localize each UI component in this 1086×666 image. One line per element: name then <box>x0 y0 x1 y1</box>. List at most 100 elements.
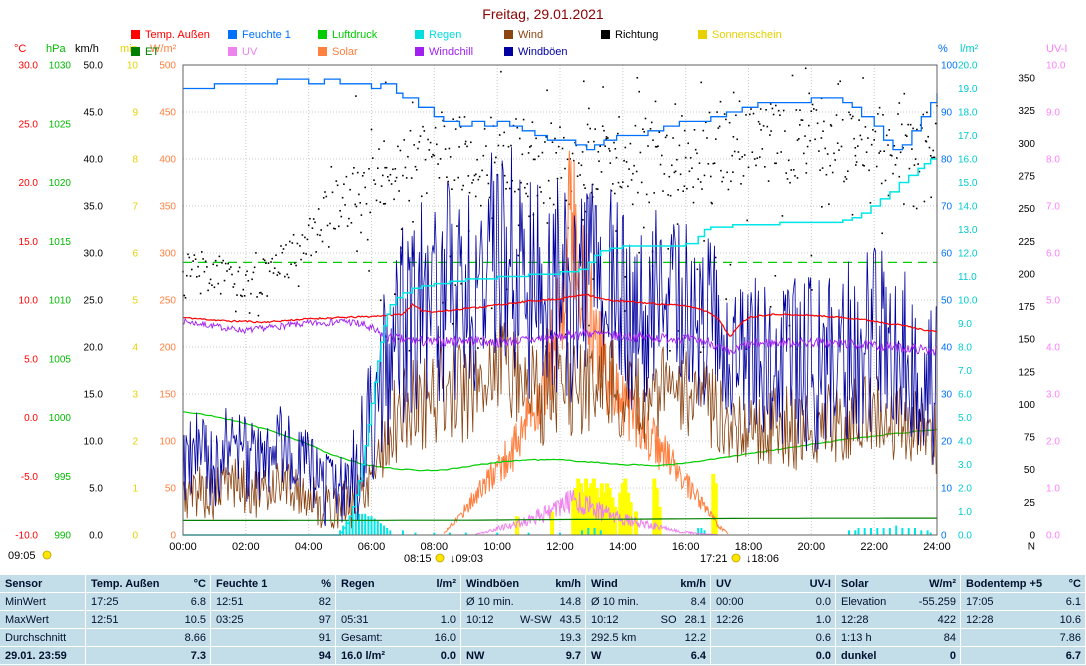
legend-item-richtung: Richtung <box>601 29 658 41</box>
legend-item-temp-au-en: Temp. Außen <box>131 29 210 41</box>
series-wind <box>183 313 936 528</box>
svg-text:10.0: 10.0 <box>1046 61 1066 72</box>
table-cell-feuchte-1-29-01-23-59: 94 <box>211 647 336 665</box>
table-header-temp-au-en: Temp. Außen°C <box>86 575 211 593</box>
svg-text:1005: 1005 <box>49 354 72 365</box>
legend-swatch-uv <box>228 47 237 56</box>
svg-text:0.0: 0.0 <box>958 531 972 542</box>
svg-text:7: 7 <box>132 202 138 213</box>
svg-text:20.0: 20.0 <box>958 61 978 72</box>
table-cell-bodentemp-5-maxwert: 12:2810.6 <box>961 611 1086 629</box>
sun-icon <box>436 554 444 562</box>
svg-text:10.0: 10.0 <box>958 296 978 307</box>
svg-text:15.0: 15.0 <box>84 390 104 401</box>
legend-swatch-sonnenschein <box>698 30 707 39</box>
table-cell-feuchte-1-maxwert: 03:2597 <box>211 611 336 629</box>
svg-text:7.0: 7.0 <box>958 366 972 377</box>
sun-time: 08:15 <box>404 553 432 565</box>
svg-text:25: 25 <box>1024 498 1036 509</box>
svg-text:150: 150 <box>159 390 176 401</box>
svg-text:995: 995 <box>54 472 71 483</box>
weather-plot: 30.025.020.015.010.05.00.0-5.0-10.0°C103… <box>0 0 1086 574</box>
table-cell-windb-en-29-01-23-59: NW9.7 <box>461 647 586 665</box>
table-cell-regen-minwert <box>336 593 461 611</box>
legend-item-feuchte-1: Feuchte 1 <box>228 29 291 41</box>
sun-time: ↓09:03 <box>450 553 483 565</box>
table-cell-feuchte-1-minwert: 12:5182 <box>211 593 336 611</box>
table-cell-wind-maxwert: 10:12SO28.1 <box>586 611 711 629</box>
svg-text:50.0: 50.0 <box>84 61 104 72</box>
svg-text:08:00: 08:00 <box>421 541 449 553</box>
svg-text:1030: 1030 <box>49 61 72 72</box>
svg-text:20: 20 <box>941 437 953 448</box>
table-cell-windb-en-durchschnitt: 19.3 <box>461 629 586 647</box>
svg-text:4: 4 <box>132 343 138 354</box>
svg-text:00:00: 00:00 <box>169 541 197 553</box>
legend-item-uv: UV <box>228 46 257 58</box>
svg-text:10: 10 <box>127 61 139 72</box>
svg-text:50: 50 <box>941 296 953 307</box>
axis-rain: 20.019.018.017.016.015.014.013.012.011.0… <box>958 43 979 542</box>
svg-text:19.0: 19.0 <box>958 84 978 95</box>
svg-text:500: 500 <box>159 61 176 72</box>
svg-text:200: 200 <box>159 343 176 354</box>
svg-text:8.0: 8.0 <box>1046 155 1060 166</box>
svg-text:02:00: 02:00 <box>232 541 260 553</box>
svg-text:4.0: 4.0 <box>1046 343 1060 354</box>
svg-text:1.0: 1.0 <box>958 507 972 518</box>
axis-uv: 10.09.08.07.06.05.04.03.02.01.00.0UV-I <box>1046 43 1067 542</box>
table-row-label-29-01-23-59: 29.01. 23:59 <box>0 647 86 665</box>
svg-text:400: 400 <box>159 155 176 166</box>
stats-table: SensorTemp. Außen°CFeuchte 1%Regenl/m²Wi… <box>0 575 1086 666</box>
table-cell-solar-maxwert: 12:28422 <box>836 611 961 629</box>
svg-text:20:00: 20:00 <box>798 541 826 553</box>
weather-chart-window: Freitag, 29.01.2021 30.025.020.015.010.0… <box>0 0 1086 666</box>
svg-text:40.0: 40.0 <box>84 155 104 166</box>
svg-text:3.0: 3.0 <box>958 460 972 471</box>
table-cell-uv-maxwert: 12:261.0 <box>711 611 836 629</box>
svg-text:175: 175 <box>1018 302 1035 313</box>
svg-text:06:00: 06:00 <box>358 541 386 553</box>
svg-text:2: 2 <box>132 437 138 448</box>
table-cell-solar-29-01-23-59: dunkel0 <box>836 647 961 665</box>
svg-text:35.0: 35.0 <box>84 202 104 213</box>
legend-swatch-feuchte-1 <box>228 30 237 39</box>
table-header-regen: Regenl/m² <box>336 575 461 593</box>
sun-time: ↓18:06 <box>746 553 779 565</box>
svg-text:5.0: 5.0 <box>1046 296 1060 307</box>
svg-text:1020: 1020 <box>49 178 72 189</box>
svg-text:125: 125 <box>1018 367 1035 378</box>
axis-pressure: 1030102510201015101010051000995990hPa <box>46 43 71 542</box>
sun-time: 17:21 <box>700 553 728 565</box>
axis-humidity: 1009080706050403020100% <box>938 43 958 542</box>
svg-text:12.0: 12.0 <box>958 249 978 260</box>
table-header-wind: Windkm/h <box>586 575 711 593</box>
svg-text:40: 40 <box>941 343 953 354</box>
legend-swatch-temp-au-en <box>131 30 140 39</box>
svg-text:250: 250 <box>159 296 176 307</box>
legend-label: Luftdruck <box>332 29 377 41</box>
table-cell-temp-au-en-29-01-23-59: 7.3 <box>86 647 211 665</box>
table-header-bodentemp-5: Bodentemp +5°C <box>961 575 1086 593</box>
svg-text:9: 9 <box>132 108 138 119</box>
table-cell-wind-durchschnitt: 292.5 km12.2 <box>586 629 711 647</box>
svg-text:1025: 1025 <box>49 119 72 130</box>
table-header-sensor: Sensor <box>0 575 86 593</box>
svg-text:0: 0 <box>941 531 947 542</box>
svg-text:325: 325 <box>1018 106 1035 117</box>
svg-text:350: 350 <box>1018 74 1035 85</box>
legend-swatch-et <box>131 47 140 56</box>
legend-label: UV <box>242 46 257 58</box>
axis-minutes: 109876543210min. <box>120 43 141 542</box>
table-cell-regen-maxwert: 05:311.0 <box>336 611 461 629</box>
legend-item-wind: Wind <box>504 29 543 41</box>
legend-label: Regen <box>429 29 461 41</box>
svg-text:75: 75 <box>1024 433 1036 444</box>
svg-text:25.0: 25.0 <box>19 119 39 130</box>
svg-text:45.0: 45.0 <box>84 108 104 119</box>
svg-text:0.0: 0.0 <box>1046 531 1060 542</box>
legend-label: ET <box>145 46 159 58</box>
svg-text:15.0: 15.0 <box>19 237 39 248</box>
svg-text:6.0: 6.0 <box>958 390 972 401</box>
svg-text:275: 275 <box>1018 172 1035 183</box>
